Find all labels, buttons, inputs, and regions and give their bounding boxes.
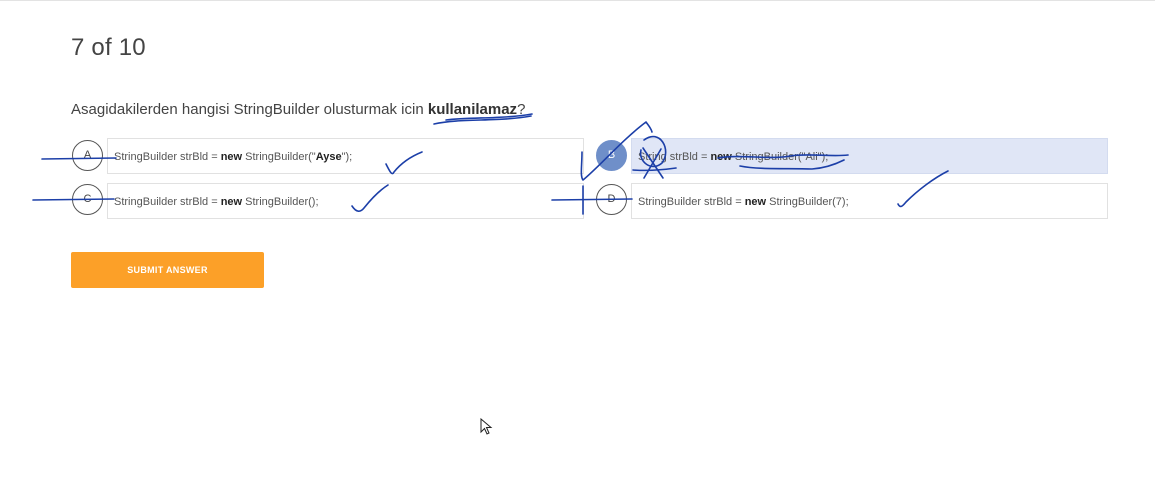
mouse-pointer-icon [480, 418, 493, 435]
handwritten-annotations [32, 113, 949, 215]
submit-answer-button[interactable]: SUBMIT ANSWER [71, 252, 264, 288]
option-b[interactable]: String strBld = new StringBuilder("Ali")… [631, 138, 1108, 174]
option-a-text: StringBuilder strBld = new StringBuilder… [114, 151, 353, 163]
option-a[interactable]: StringBuilder strBld = new StringBuilder… [107, 138, 584, 174]
option-b-text: String strBld = new StringBuilder("Ali")… [638, 151, 829, 163]
option-c-letter[interactable]: C [72, 184, 103, 215]
option-a-letter[interactable]: A [72, 140, 103, 171]
question-prefix: Asagidakilerden hangisi StringBuilder ol… [71, 101, 428, 118]
option-d-letter[interactable]: D [596, 184, 627, 215]
question-text: Asagidakilerden hangisi StringBuilder ol… [71, 101, 525, 118]
option-c-text: StringBuilder strBld = new StringBuilder… [114, 196, 319, 208]
top-border [0, 0, 1155, 1]
option-b-letter[interactable]: B [596, 140, 627, 171]
question-suffix: ? [517, 101, 526, 118]
question-counter: 7 of 10 [71, 34, 146, 61]
option-c[interactable]: StringBuilder strBld = new StringBuilder… [107, 183, 584, 219]
option-d[interactable]: StringBuilder strBld = new StringBuilder… [631, 183, 1108, 219]
option-d-text: StringBuilder strBld = new StringBuilder… [638, 196, 849, 208]
question-emphasis: kullanilamaz [427, 101, 518, 118]
